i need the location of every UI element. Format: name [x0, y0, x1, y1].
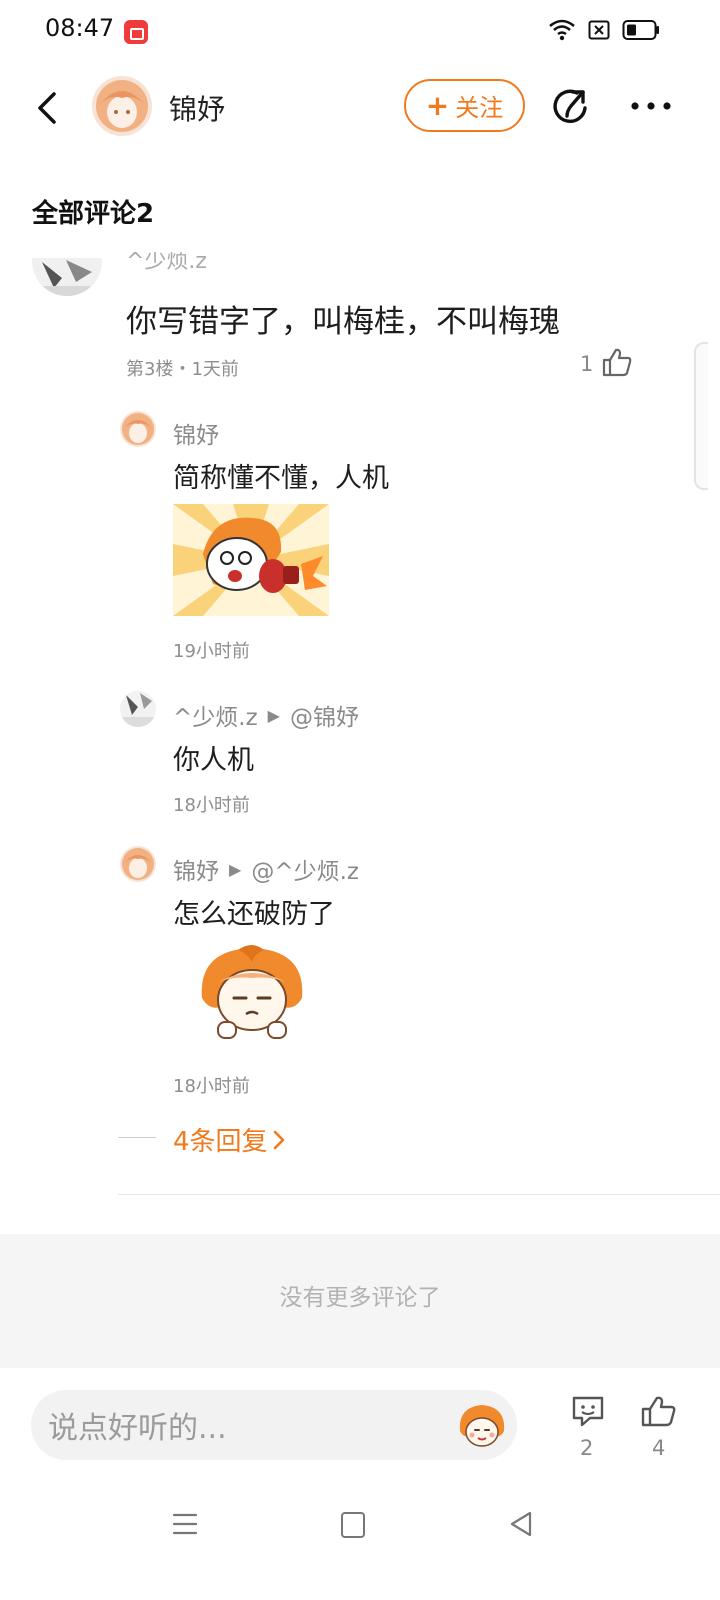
sticker-image[interactable]	[190, 942, 314, 1046]
follow-label: 关注	[455, 94, 504, 122]
section-title: 全部评论2	[32, 199, 155, 229]
author-name[interactable]: 锦妤	[169, 88, 225, 128]
reply-text: 你人机	[173, 745, 254, 776]
comment-input[interactable]: 说点好听的...	[31, 1390, 517, 1460]
status-time: 08:47	[45, 14, 115, 42]
thumb-up-icon[interactable]	[640, 1394, 678, 1428]
more-replies-link[interactable]: 4条回复	[173, 1121, 286, 1158]
divider	[118, 1194, 720, 1195]
reply-author[interactable]: ^少烦.z ▶ @锦妤	[173, 698, 359, 732]
reply-avatar[interactable]	[120, 411, 156, 447]
more-icon[interactable]	[630, 92, 672, 120]
reply-author[interactable]: 锦妤 ▶ @^少烦.z	[173, 852, 359, 886]
comment-input-placeholder: 说点好听的...	[48, 1411, 227, 1446]
end-of-list-text: 没有更多评论了	[279, 1285, 441, 1311]
comment-count: 2	[580, 1436, 594, 1460]
reply-text: 简称懂不懂，人机	[173, 463, 389, 494]
reply-arrow-icon: ▶	[229, 859, 242, 879]
thumb-up-icon[interactable]	[600, 346, 634, 378]
like-count: 4	[652, 1436, 666, 1460]
divider-line	[118, 1137, 156, 1138]
home-icon[interactable]	[341, 1512, 365, 1538]
screen-record-icon	[124, 20, 148, 44]
scroll-handle[interactable]	[694, 342, 708, 490]
plus-icon: +	[425, 88, 450, 122]
reply-arrow-icon: ▶	[267, 705, 280, 725]
commenter-name[interactable]: ^少烦.z	[126, 252, 207, 274]
share-icon[interactable]	[551, 86, 593, 128]
reply-time: 18小时前	[173, 795, 250, 816]
chevron-right-icon	[273, 1130, 284, 1149]
author-avatar[interactable]	[92, 76, 152, 136]
sticker-image[interactable]	[173, 504, 329, 616]
sim-icon	[588, 20, 610, 40]
reply-text: 怎么还破防了	[173, 899, 335, 930]
reply-target[interactable]: @^少烦.z	[251, 852, 359, 886]
wifi-icon	[549, 19, 575, 41]
reply-time: 19小时前	[173, 641, 250, 662]
comment-like-count: 1	[580, 352, 594, 376]
reply-target[interactable]: @锦妤	[290, 698, 359, 732]
status-icons	[548, 18, 660, 42]
menu-icon[interactable]	[172, 1512, 198, 1536]
back-icon[interactable]	[30, 88, 70, 128]
reply-avatar[interactable]	[120, 846, 156, 882]
comment-text: 你写错字了，叫梅桂，不叫梅瑰	[126, 304, 560, 340]
nav-back-icon[interactable]	[508, 1510, 534, 1538]
sticker-picker-icon[interactable]	[456, 1401, 508, 1451]
commenter-avatar[interactable]	[32, 258, 102, 296]
comment-icon[interactable]	[570, 1394, 606, 1428]
reply-avatar[interactable]	[120, 691, 156, 727]
follow-button[interactable]: + 关注	[404, 79, 525, 132]
reply-author[interactable]: 锦妤	[173, 416, 219, 450]
comment-meta: 第3楼・1天前	[126, 359, 239, 380]
battery-icon	[622, 20, 659, 40]
reply-time: 18小时前	[173, 1076, 250, 1097]
